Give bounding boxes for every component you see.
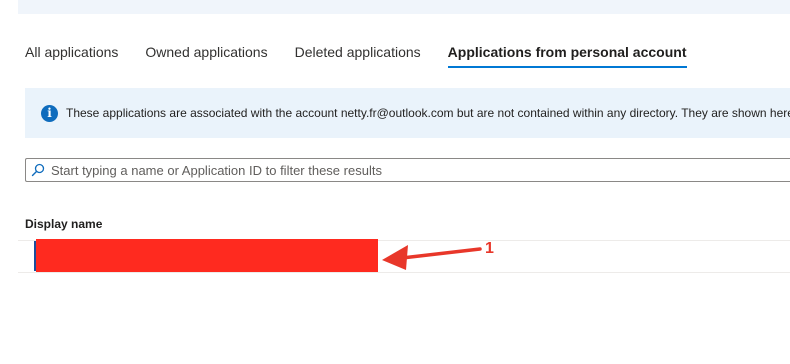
search-input[interactable] [51, 162, 751, 178]
tab-all-applications[interactable]: All applications [25, 42, 118, 66]
info-message-text: These applications are associated with t… [66, 106, 790, 120]
top-banner [18, 0, 790, 14]
info-icon: i [41, 104, 58, 122]
tab-owned-applications[interactable]: Owned applications [145, 42, 267, 66]
search-icon [31, 163, 45, 177]
column-header-display-name[interactable]: Display name [25, 217, 102, 231]
info-message-bar: i These applications are associated with… [25, 88, 790, 138]
redaction-box [36, 239, 378, 272]
app-registrations-page: All applications Owned applications Dele… [0, 0, 790, 364]
tab-applications-from-personal-account[interactable]: Applications from personal account [447, 42, 687, 68]
tab-deleted-applications[interactable]: Deleted applications [295, 42, 421, 66]
tab-bar: All applications Owned applications Dele… [25, 42, 714, 72]
search-box[interactable] [25, 158, 790, 182]
annotation-number: 1 [485, 240, 494, 257]
